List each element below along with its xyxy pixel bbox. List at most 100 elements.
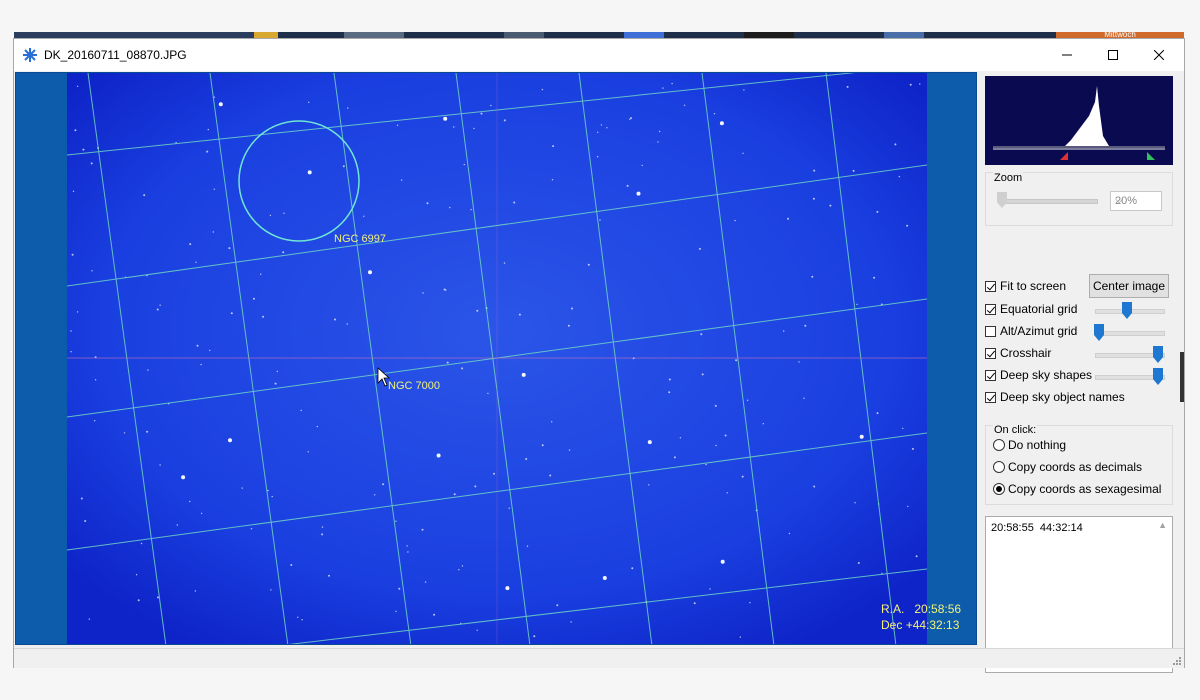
zoom-slider-track[interactable]: [1000, 199, 1098, 204]
title-bar: DK_20160711_08870.JPG: [14, 39, 1184, 71]
star: [241, 487, 243, 489]
zoom-label: Zoom: [993, 172, 1024, 184]
star: [700, 333, 703, 336]
star: [209, 349, 211, 352]
star: [762, 423, 764, 425]
star-image-canvas[interactable]: NGC 6997 NGC 7000 R.A. 20:58:56 Dec +44:…: [15, 72, 977, 645]
star: [599, 219, 601, 221]
equatorial-grid-checkbox[interactable]: Equatorial grid: [985, 300, 1077, 318]
option-label: Deep sky shapes: [1000, 368, 1093, 382]
deep-sky-shapes-slider-thumb[interactable]: [1153, 368, 1163, 385]
crosshair-checkbox[interactable]: Crosshair: [985, 344, 1051, 362]
star: [551, 179, 554, 181]
star: [94, 420, 96, 422]
star: [541, 88, 544, 91]
star: [453, 126, 455, 128]
star: [433, 613, 436, 616]
checkbox-icon[interactable]: [985, 391, 996, 403]
star: [363, 215, 365, 217]
equatorial-grid-slider-thumb[interactable]: [1122, 302, 1132, 319]
on-click-group: On click: Do nothing Copy coords as deci…: [985, 424, 1173, 505]
star: [551, 421, 553, 423]
star: [218, 102, 223, 107]
star: [724, 434, 727, 437]
star: [813, 169, 816, 172]
alt-azimut-grid-checkbox[interactable]: Alt/Azimut grid: [985, 322, 1077, 340]
option-label: Equatorial grid: [1000, 302, 1078, 316]
star: [228, 438, 232, 443]
star: [453, 493, 456, 496]
deep-sky-object-names-checkbox[interactable]: Deep sky object names: [985, 388, 1125, 406]
star: [503, 119, 506, 122]
star: [906, 224, 909, 227]
minimize-button[interactable]: [1044, 39, 1090, 71]
star: [798, 361, 800, 363]
star: [290, 564, 293, 566]
checkbox-icon[interactable]: [985, 369, 996, 381]
minimize-icon: [1062, 54, 1072, 56]
alt-azimut-grid-slider-thumb[interactable]: [1094, 324, 1104, 341]
star: [398, 587, 401, 590]
star: [641, 164, 643, 167]
checkbox-icon[interactable]: [985, 280, 996, 292]
zoom-slider-thumb[interactable]: [997, 192, 1007, 208]
close-button[interactable]: [1136, 39, 1182, 71]
star: [552, 145, 555, 148]
radio-copy-decimals[interactable]: Copy coords as decimals: [993, 458, 1142, 476]
checkbox-icon[interactable]: [985, 325, 996, 337]
scroll-up-icon[interactable]: ▲: [1158, 520, 1167, 530]
star: [321, 526, 324, 528]
maximize-button[interactable]: [1090, 39, 1136, 71]
star: [636, 191, 641, 196]
star: [709, 588, 711, 590]
star: [714, 404, 717, 407]
star: [71, 253, 74, 256]
star: [212, 231, 214, 233]
star: [269, 214, 272, 217]
crosshair-slider-thumb[interactable]: [1153, 346, 1163, 363]
star: [374, 494, 376, 496]
star: [473, 127, 475, 130]
star: [673, 456, 676, 459]
star: [301, 619, 303, 621]
star: [421, 528, 424, 531]
resize-grip-icon[interactable]: [1173, 657, 1181, 665]
radio-icon[interactable]: [993, 461, 1005, 473]
checkbox-icon[interactable]: [985, 303, 996, 315]
star: [88, 618, 91, 620]
star: [400, 179, 403, 181]
star: [804, 324, 807, 327]
star: [568, 449, 571, 451]
center-image-button[interactable]: Center image: [1089, 274, 1169, 298]
cursor-coordinates: R.A. 20:58:56 Dec +44:32:13: [881, 601, 961, 633]
radio-icon[interactable]: [993, 483, 1005, 495]
star: [719, 121, 724, 126]
star: [549, 474, 552, 477]
ngc-6997-label: NGC 6997: [334, 233, 386, 245]
star: [436, 453, 441, 458]
ra-label: R.A.: [881, 602, 905, 616]
star: [521, 372, 526, 377]
star: [156, 308, 159, 311]
output-text[interactable]: 20:58:55 44:32:14: [991, 522, 1083, 534]
fit-to-screen-checkbox[interactable]: Fit to screen: [985, 277, 1066, 295]
star: [919, 83, 921, 85]
star: [876, 412, 879, 415]
radio-label: Do nothing: [1008, 438, 1067, 452]
star: [726, 492, 728, 494]
alt-azimut-grid-slider-track[interactable]: [1095, 331, 1165, 336]
star: [749, 602, 751, 604]
radio-copy-sexagesimal[interactable]: Copy coords as sexagesimal: [993, 480, 1161, 498]
star: [909, 83, 912, 86]
radio-icon[interactable]: [993, 439, 1005, 451]
zoom-select[interactable]: 20% ⌵: [1110, 191, 1162, 211]
checkbox-icon[interactable]: [985, 347, 996, 359]
star: [159, 464, 161, 466]
radio-do-nothing[interactable]: Do nothing: [993, 436, 1066, 454]
star: [76, 311, 79, 313]
deep-sky-shapes-checkbox[interactable]: Deep sky shapes: [985, 366, 1092, 384]
star: [734, 219, 736, 222]
star: [746, 399, 749, 401]
star: [368, 270, 372, 275]
star: [140, 542, 143, 545]
